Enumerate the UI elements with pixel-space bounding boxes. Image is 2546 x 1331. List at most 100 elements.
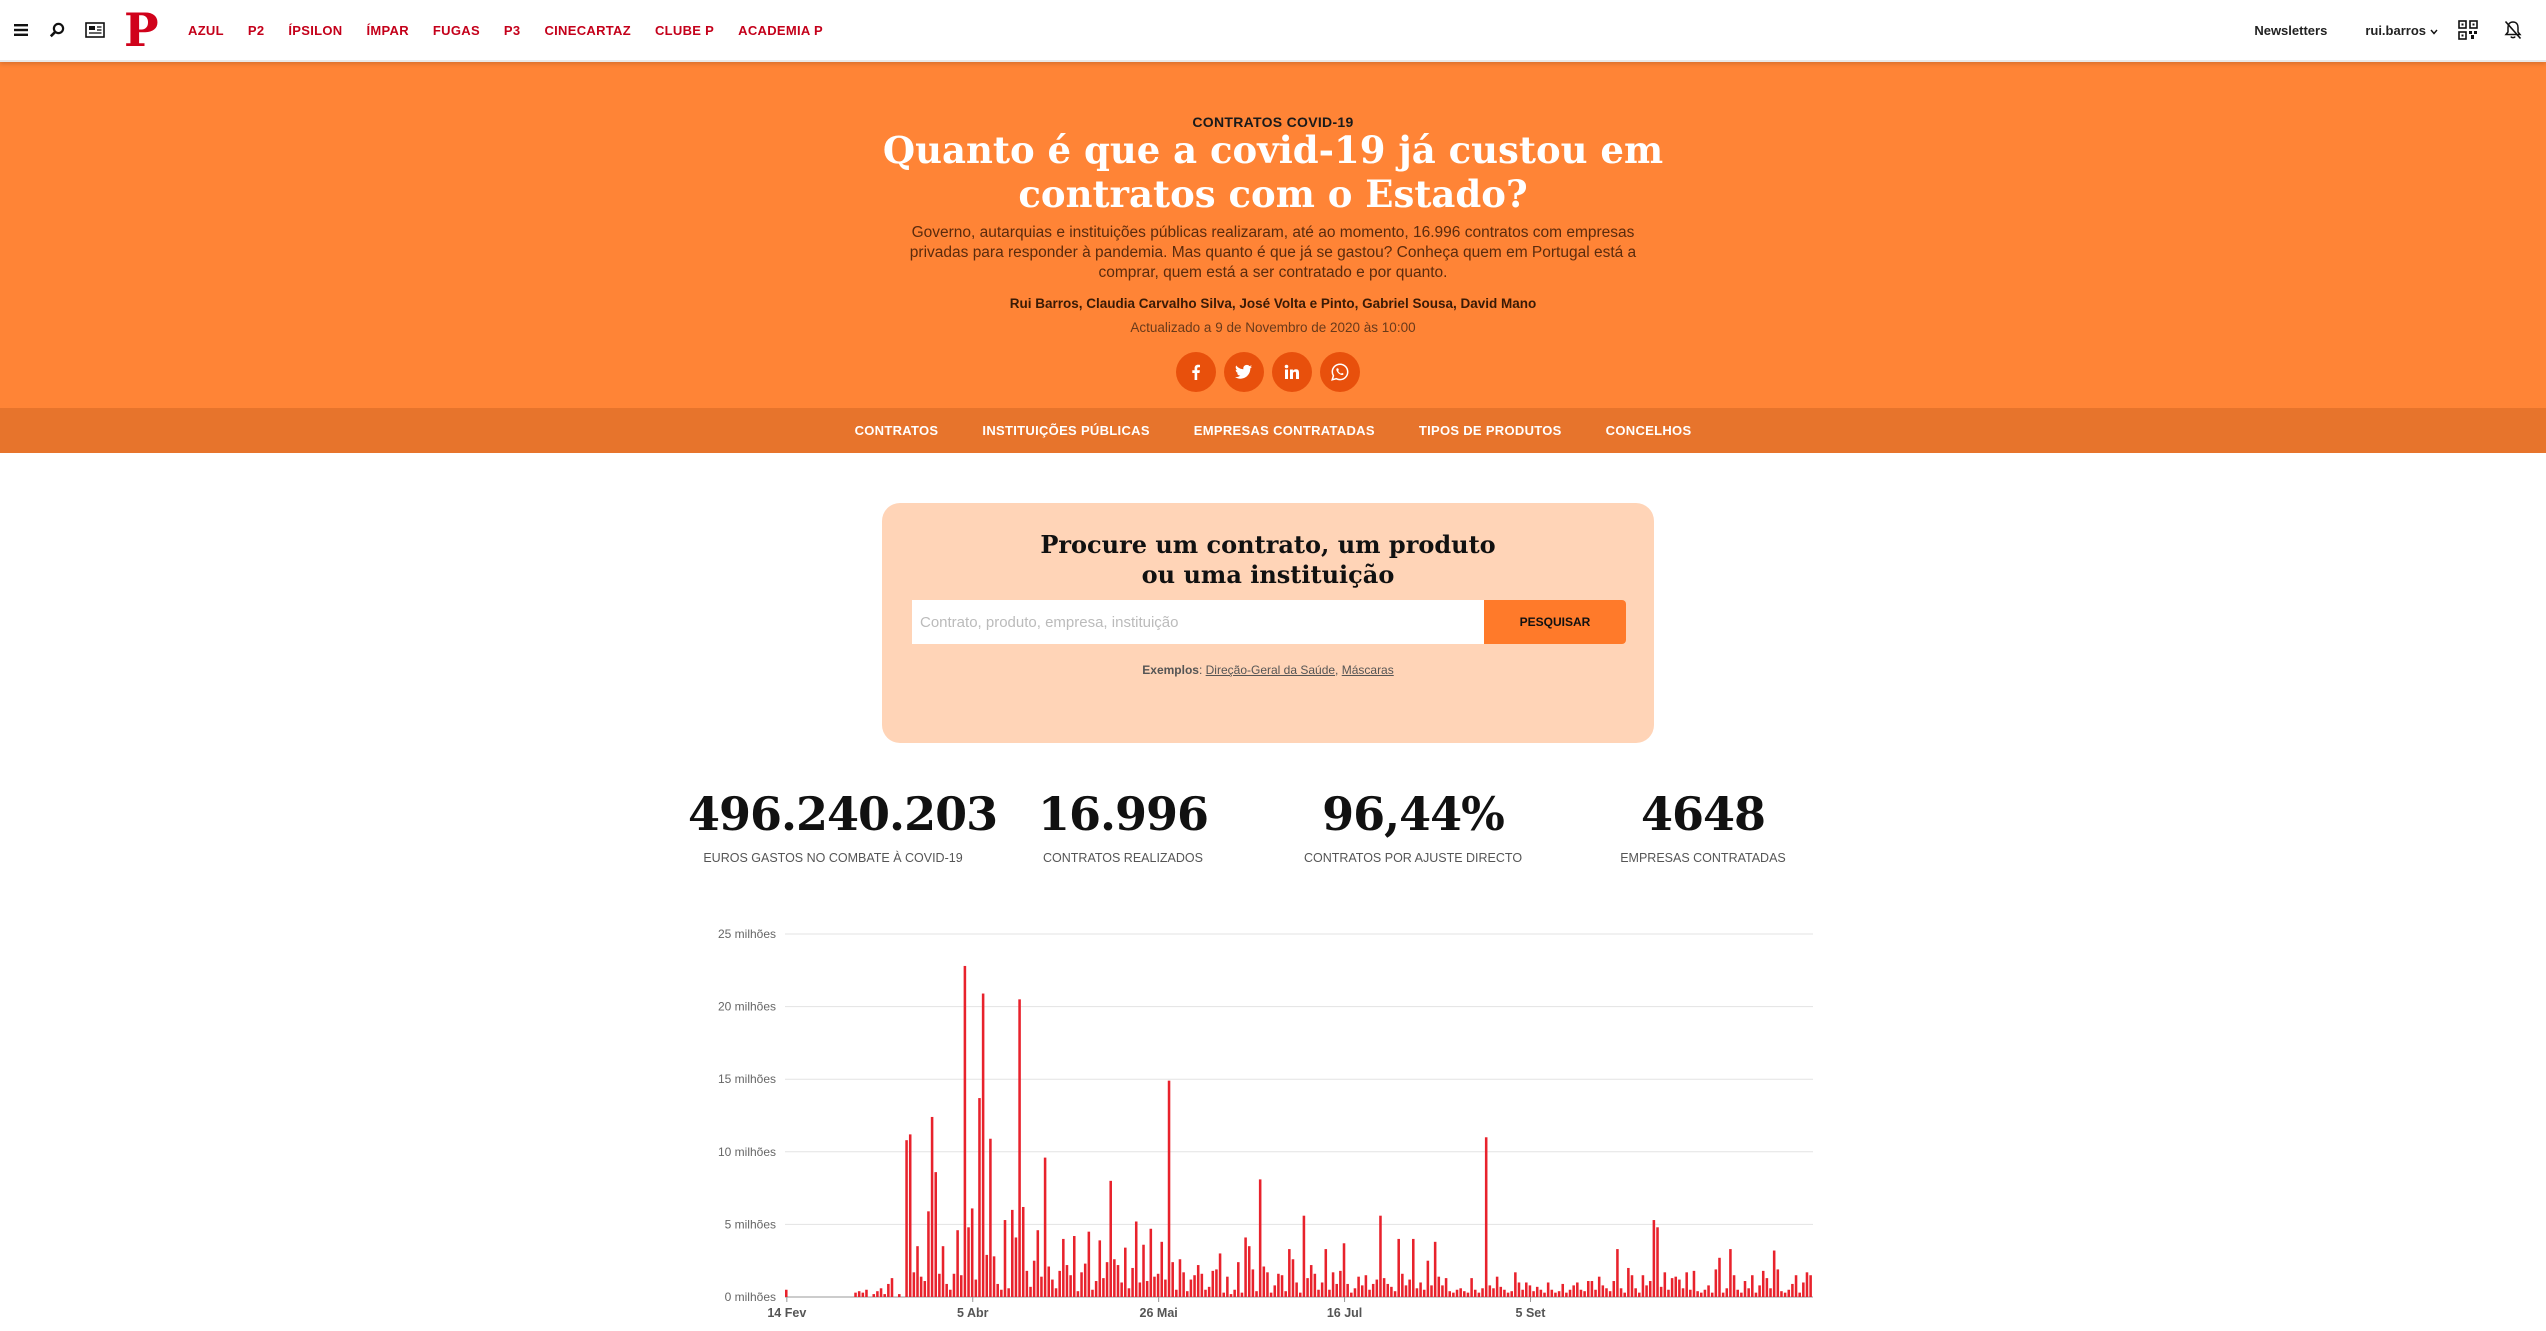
chart-bar[interactable] — [1714, 1269, 1718, 1297]
chart-bar[interactable] — [1532, 1291, 1535, 1297]
chart-bar[interactable] — [1277, 1273, 1280, 1297]
chart-bar[interactable] — [992, 1256, 996, 1297]
chart-bar[interactable] — [887, 1283, 890, 1297]
chart-bar[interactable] — [1543, 1292, 1546, 1297]
chart-bar[interactable] — [1142, 1244, 1145, 1297]
nav-link-impar[interactable]: ÍMPAR — [366, 23, 408, 38]
chart-bar[interactable] — [1408, 1279, 1411, 1297]
chart-bar[interactable] — [1459, 1288, 1462, 1297]
example-link[interactable]: Máscaras — [1342, 663, 1394, 677]
subnav-contratos[interactable]: CONTRATOS — [855, 423, 939, 438]
facebook-icon[interactable] — [1176, 352, 1216, 392]
chart-bar[interactable] — [1393, 1291, 1397, 1297]
chart-bar[interactable] — [1645, 1285, 1648, 1297]
newspaper-icon[interactable] — [83, 18, 107, 42]
chart-bar[interactable] — [1707, 1285, 1710, 1297]
chart-bar[interactable] — [1659, 1286, 1663, 1297]
chart-bar[interactable] — [1178, 1259, 1182, 1297]
chart-bar[interactable] — [1324, 1249, 1328, 1297]
chart-bar[interactable] — [890, 1278, 894, 1297]
author-link[interactable]: Gabriel Sousa — [1362, 296, 1453, 311]
chart-bar[interactable] — [1167, 1080, 1171, 1297]
author-link[interactable]: David Mano — [1460, 296, 1536, 311]
chart-bar[interactable] — [1116, 1265, 1120, 1297]
chart-bar[interactable] — [1127, 1288, 1131, 1297]
chart-bar[interactable] — [1072, 1236, 1076, 1297]
chart-bar[interactable] — [934, 1172, 938, 1297]
chart-bar[interactable] — [898, 1294, 901, 1297]
chart-bar[interactable] — [1517, 1282, 1521, 1297]
chart-bar[interactable] — [1681, 1288, 1685, 1297]
chart-bar[interactable] — [1736, 1289, 1739, 1297]
chart-bar[interactable] — [1226, 1276, 1229, 1297]
chart-bar[interactable] — [1630, 1275, 1634, 1297]
chart-bar[interactable] — [1164, 1279, 1167, 1297]
chart-bar[interactable] — [1412, 1238, 1415, 1297]
chart-bar[interactable] — [1758, 1285, 1761, 1297]
chart-bar[interactable] — [1288, 1249, 1291, 1297]
newsletters-link[interactable]: Newsletters — [2254, 23, 2327, 38]
chart-bar[interactable] — [1751, 1275, 1754, 1297]
chart-bar[interactable] — [1160, 1241, 1164, 1297]
chart-bar[interactable] — [1051, 1279, 1054, 1297]
chart-bar[interactable] — [1430, 1285, 1433, 1297]
chart-bar[interactable] — [1171, 1262, 1174, 1297]
author-link[interactable]: Rui Barros — [1010, 296, 1079, 311]
chart-bar[interactable] — [1043, 1157, 1047, 1297]
chart-bar[interactable] — [1473, 1289, 1477, 1297]
chart-bar[interactable] — [1218, 1253, 1222, 1297]
chart-bar[interactable] — [1215, 1269, 1218, 1297]
chart-bar[interactable] — [1320, 1282, 1324, 1297]
chart-bar[interactable] — [1280, 1275, 1284, 1297]
chart-bar[interactable] — [1579, 1289, 1583, 1297]
chart-bar[interactable] — [930, 1116, 934, 1297]
nav-link-clube-p[interactable]: CLUBE P — [655, 23, 714, 38]
chart-bar[interactable] — [1568, 1289, 1572, 1297]
chart-bar[interactable] — [916, 1246, 919, 1297]
chart-bar[interactable] — [1802, 1282, 1805, 1297]
chart-bar[interactable] — [1204, 1289, 1207, 1297]
chart-bar[interactable] — [1251, 1269, 1255, 1297]
subnav-instituicoes[interactable]: INSTITUIÇÕES PÚBLICAS — [982, 423, 1149, 438]
nav-link-academia-p[interactable]: ACADEMIA P — [738, 23, 823, 38]
chart-bar[interactable] — [1032, 1260, 1036, 1297]
chart-bar[interactable] — [941, 1246, 945, 1297]
chart-bar[interactable] — [854, 1292, 857, 1297]
chart-bar[interactable] — [1685, 1272, 1688, 1297]
chart-bar[interactable] — [1207, 1286, 1211, 1297]
chart-bar[interactable] — [1076, 1291, 1080, 1297]
chart-bar[interactable] — [1791, 1283, 1794, 1297]
chart-bar[interactable] — [1390, 1286, 1393, 1297]
chart-bar[interactable] — [1087, 1231, 1091, 1297]
chart-bar[interactable] — [1350, 1292, 1353, 1297]
chart-bar[interactable] — [1131, 1267, 1134, 1297]
chart-bar[interactable] — [879, 1288, 883, 1297]
chart-bar[interactable] — [1514, 1272, 1517, 1297]
chart-bar[interactable] — [1433, 1241, 1437, 1297]
chart-bar[interactable] — [1266, 1272, 1269, 1297]
chart-bar[interactable] — [1612, 1281, 1616, 1297]
chart-bar[interactable] — [1667, 1289, 1670, 1297]
chart-bar[interactable] — [1492, 1288, 1495, 1297]
chart-bar[interactable] — [1007, 1288, 1010, 1297]
chart-bar[interactable] — [1546, 1282, 1550, 1297]
chart-bar[interactable] — [919, 1276, 923, 1297]
chart-bar[interactable] — [1725, 1288, 1729, 1297]
chart-bar[interactable] — [857, 1291, 861, 1297]
linkedin-icon[interactable] — [1272, 352, 1312, 392]
search-icon[interactable] — [45, 18, 69, 42]
chart-bar[interactable] — [865, 1289, 868, 1297]
chart-bar[interactable] — [1641, 1275, 1645, 1297]
chart-bar[interactable] — [1295, 1282, 1298, 1297]
chart-bar[interactable] — [1787, 1289, 1791, 1297]
chart-bar[interactable] — [1583, 1291, 1586, 1297]
chart-bar[interactable] — [1040, 1276, 1043, 1297]
chart-bar[interactable] — [1313, 1273, 1317, 1297]
chart-bar[interactable] — [1269, 1292, 1273, 1297]
chart-bar[interactable] — [1638, 1292, 1641, 1297]
chart-bar[interactable] — [1710, 1292, 1714, 1297]
chart-bar[interactable] — [1590, 1281, 1594, 1297]
chart-bar[interactable] — [1521, 1289, 1524, 1297]
chart-bar[interactable] — [1703, 1289, 1707, 1297]
chart-bar[interactable] — [1503, 1289, 1506, 1297]
